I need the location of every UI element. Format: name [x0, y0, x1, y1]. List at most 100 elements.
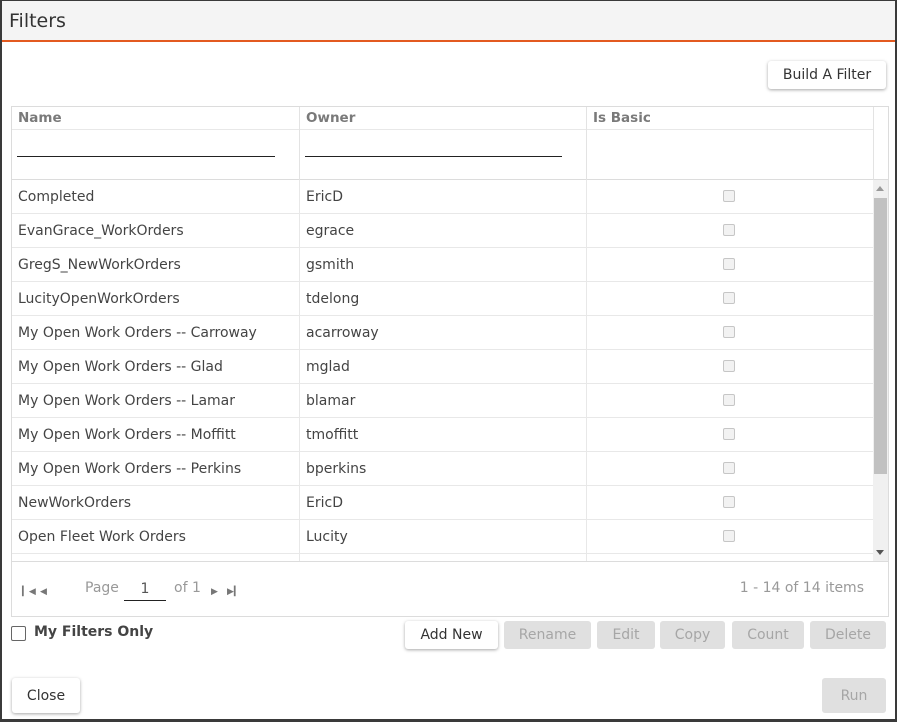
is-basic-checkbox	[723, 496, 735, 508]
cell-owner: EricD	[300, 180, 587, 214]
cell-name: GregS_NewWorkOrders	[12, 248, 300, 282]
header-divider	[587, 129, 873, 130]
column-label-name[interactable]: Name	[18, 110, 62, 126]
scroll-up-icon[interactable]	[876, 186, 884, 191]
cell-is-basic	[587, 282, 873, 316]
grid-header: Name Owner Is Basic	[12, 107, 873, 180]
cell-owner: acarroway	[300, 316, 587, 350]
cell-owner: blamar	[300, 384, 587, 418]
table-row[interactable]: GregS_NewWorkOrders gsmith	[12, 248, 873, 282]
grid-body: Completed EricD EvanGrace_WorkOrders egrace…	[12, 180, 888, 561]
cell-owner: mglad	[300, 350, 587, 384]
is-basic-checkbox	[723, 224, 735, 236]
table-row[interactable]: Open Fleet Work Orders Lucity	[12, 520, 873, 554]
table-row[interactable]: LucityOpenWorkOrders tdelong	[12, 282, 873, 316]
close-button[interactable]: Close	[12, 678, 80, 713]
cell-is-basic	[587, 214, 873, 248]
column-label-is-basic[interactable]: Is Basic	[593, 110, 651, 126]
cell-name: LucityOpenWorkOrders	[12, 282, 300, 316]
table-row[interactable]: My Open Work Orders -- Perkins bperkins	[12, 452, 873, 486]
first-page-icon[interactable]: ▎◀	[22, 588, 36, 597]
cell-is-basic	[587, 350, 873, 384]
table-row[interactable]	[12, 554, 873, 561]
is-basic-checkbox	[723, 428, 735, 440]
rename-button[interactable]: Rename	[504, 621, 591, 649]
cell-owner: bperkins	[300, 452, 587, 486]
vertical-scrollbar[interactable]	[873, 180, 888, 561]
table-row[interactable]: My Open Work Orders -- Lamar blamar	[12, 384, 873, 418]
filters-dialog: Filters Build A Filter Name Owner Is Bas…	[2, 1, 895, 719]
my-filters-only-label[interactable]: My Filters Only	[34, 624, 153, 640]
page-count-label: of 1	[174, 580, 201, 596]
cell-owner: EricD	[300, 486, 587, 520]
cell-owner: gsmith	[300, 248, 587, 282]
header-divider	[300, 129, 586, 130]
column-header-is-basic: Is Basic	[587, 107, 873, 180]
cell-name: My Open Work Orders -- Perkins	[12, 452, 300, 486]
cell-is-basic	[587, 520, 873, 554]
last-page-icon[interactable]: ▶▎	[227, 588, 241, 597]
next-page-icon[interactable]: ▶	[211, 588, 218, 597]
count-button[interactable]: Count	[732, 621, 804, 649]
cell-owner: tdelong	[300, 282, 587, 316]
column-label-owner[interactable]: Owner	[306, 110, 355, 126]
cell-name: Open Fleet Work Orders	[12, 520, 300, 554]
table-row[interactable]: My Open Work Orders -- Moffitt tmoffitt	[12, 418, 873, 452]
cell-name: My Open Work Orders -- Moffitt	[12, 418, 300, 452]
cell-is-basic	[587, 316, 873, 350]
is-basic-checkbox	[723, 190, 735, 202]
cell-owner: egrace	[300, 214, 587, 248]
delete-button[interactable]: Delete	[810, 621, 886, 649]
grid-pager: ▎◀ ◀ Page of 1 ▶ ▶▎ 1 - 14 of 14 items	[12, 561, 888, 616]
filters-grid: Name Owner Is Basic Completed EricD EvanGr…	[11, 106, 889, 617]
cell-is-basic	[587, 248, 873, 282]
edit-button[interactable]: Edit	[597, 621, 655, 649]
copy-button[interactable]: Copy	[660, 621, 725, 649]
is-basic-checkbox	[723, 360, 735, 372]
cell-owner: Lucity	[300, 520, 587, 554]
prev-page-icon[interactable]: ◀	[40, 588, 47, 597]
cell-is-basic	[587, 418, 873, 452]
dialog-title: Filters	[9, 9, 66, 32]
cell-is-basic	[587, 486, 873, 520]
cell-is-basic	[587, 554, 873, 561]
my-filters-only-checkbox[interactable]	[11, 626, 26, 641]
is-basic-checkbox	[723, 326, 735, 338]
table-row[interactable]: NewWorkOrders EricD	[12, 486, 873, 520]
cell-name: My Open Work Orders -- Lamar	[12, 384, 300, 418]
header-scroll-gap	[873, 107, 888, 180]
name-filter-input[interactable]	[17, 142, 275, 157]
owner-filter-input[interactable]	[305, 142, 562, 157]
cell-is-basic	[587, 180, 873, 214]
cell-name	[12, 554, 300, 561]
header-divider	[12, 129, 299, 130]
table-row[interactable]: Completed EricD	[12, 180, 873, 214]
scroll-down-icon[interactable]	[876, 550, 884, 555]
items-summary: 1 - 14 of 14 items	[739, 580, 864, 596]
cell-owner	[300, 554, 587, 561]
column-header-owner: Owner	[300, 107, 587, 180]
table-row[interactable]: My Open Work Orders -- Glad mglad	[12, 350, 873, 384]
page-label: Page	[85, 580, 119, 596]
scrollbar-thumb[interactable]	[874, 198, 887, 474]
run-button[interactable]: Run	[822, 678, 886, 713]
cell-name: My Open Work Orders -- Carroway	[12, 316, 300, 350]
cell-is-basic	[587, 452, 873, 486]
column-header-name: Name	[12, 107, 300, 180]
cell-name: EvanGrace_WorkOrders	[12, 214, 300, 248]
cell-name: NewWorkOrders	[12, 486, 300, 520]
is-basic-checkbox	[723, 258, 735, 270]
cell-name: My Open Work Orders -- Glad	[12, 350, 300, 384]
cell-is-basic	[587, 384, 873, 418]
dialog-titlebar: Filters	[2, 1, 895, 42]
add-new-button[interactable]: Add New	[405, 621, 498, 649]
is-basic-checkbox	[723, 462, 735, 474]
is-basic-checkbox	[723, 292, 735, 304]
table-row[interactable]: EvanGrace_WorkOrders egrace	[12, 214, 873, 248]
build-a-filter-button[interactable]: Build A Filter	[768, 61, 886, 89]
page-number-input[interactable]	[124, 578, 166, 601]
cell-name: Completed	[12, 180, 300, 214]
is-basic-checkbox	[723, 530, 735, 542]
table-row[interactable]: My Open Work Orders -- Carroway acarroway	[12, 316, 873, 350]
is-basic-checkbox	[723, 394, 735, 406]
